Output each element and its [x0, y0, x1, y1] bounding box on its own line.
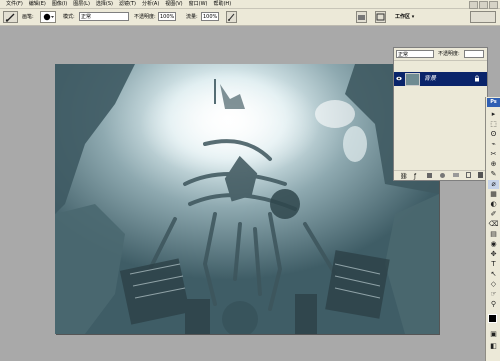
bridge-icon: [376, 13, 385, 21]
file-browser-button[interactable]: [356, 11, 367, 23]
layers-footer: ⛓ ƒ: [394, 170, 487, 181]
layer-thumbnail: [405, 73, 420, 86]
screen-mode-icon[interactable]: ◧: [488, 342, 499, 351]
workspace-button[interactable]: 工作区 ▾: [395, 12, 414, 22]
brush-tool-preset-button[interactable]: [3, 11, 18, 23]
flow-value: 100%: [203, 14, 218, 20]
mode-select[interactable]: 正常: [79, 12, 129, 21]
flow-input[interactable]: 100%: [201, 12, 219, 21]
brush-picker[interactable]: [40, 11, 56, 23]
shape-tool-icon[interactable]: ◇: [488, 280, 499, 289]
quick-mask-icon[interactable]: ▣: [488, 330, 499, 339]
clone-stamp-tool-icon[interactable]: ▦: [488, 190, 499, 199]
blend-mode-value: 正常: [398, 52, 409, 58]
opacity-value: 100%: [160, 14, 175, 20]
menu-help[interactable]: 帮助(H): [213, 0, 231, 8]
options-bar: 画笔: 模式: 正常 不透明度: 100% 流量: 100% 工作区 ▾: [0, 9, 500, 26]
crop-tool-icon[interactable]: ✂: [488, 150, 499, 159]
new-layer-icon[interactable]: [466, 172, 471, 178]
menu-layer[interactable]: 图层(L): [73, 0, 90, 8]
document-canvas[interactable]: [55, 64, 439, 334]
brush-tip-icon: [43, 13, 54, 21]
healing-brush-tool-icon[interactable]: ✎: [488, 170, 499, 179]
menu-filter[interactable]: 滤镜(T): [119, 0, 136, 8]
zoom-tool-icon[interactable]: ⚲: [488, 300, 499, 309]
adjustment-layer-icon[interactable]: [440, 173, 445, 178]
airbrush-icon: [228, 13, 235, 21]
lock-icon: [474, 75, 480, 82]
layer-opacity-label: 不透明度:: [438, 51, 460, 57]
mode-value: 正常: [81, 14, 92, 20]
group-folder-icon[interactable]: [453, 173, 459, 177]
menu-analysis[interactable]: 分析(A): [142, 0, 159, 8]
menu-view[interactable]: 视图(V): [165, 0, 182, 8]
pen-tool-icon[interactable]: ✥: [488, 250, 499, 259]
gradient-tool-icon[interactable]: ⌫: [488, 220, 499, 229]
folder-icon: [358, 15, 365, 20]
type-tool-icon[interactable]: T: [488, 260, 499, 269]
blur-tool-icon[interactable]: ▤: [488, 230, 499, 239]
menu-window[interactable]: 窗口(W): [189, 0, 208, 8]
visibility-eye-icon[interactable]: [396, 75, 402, 82]
bridge-button[interactable]: [375, 11, 386, 23]
layer-name: 背景: [424, 75, 437, 82]
maximize-button[interactable]: [479, 1, 488, 9]
layers-panel-header: 正常 不透明度:: [394, 49, 487, 59]
menu-bar: 文件(F) 编辑(E) 图像(I) 图层(L) 选择(S) 滤镜(T) 分析(A…: [0, 0, 500, 9]
menu-file[interactable]: 文件(F): [6, 0, 23, 8]
brush-label: 画笔:: [22, 14, 34, 20]
fx-icon[interactable]: ƒ: [414, 173, 416, 180]
trash-icon[interactable]: [478, 172, 483, 178]
magic-wand-tool-icon[interactable]: ⌁: [488, 140, 499, 149]
move-tool-icon[interactable]: ▸: [488, 110, 499, 119]
opacity-input[interactable]: 100%: [158, 12, 176, 21]
lasso-tool-icon[interactable]: ʘ: [488, 130, 499, 139]
layers-panel: 正常 不透明度: 背景 ⛓ ƒ: [393, 47, 488, 181]
slice-tool-icon[interactable]: ⊕: [488, 160, 499, 169]
toolbox: Ps ▸ ⬚ ʘ ⌁ ✂ ⊕ ✎ ⌀ ▦ ◐ ✐ ⌫ ▤ ◉ ✥ T ↖ ◇ ☞…: [485, 97, 500, 361]
minimize-button[interactable]: [469, 1, 478, 9]
photoshop-badge: Ps: [487, 98, 500, 107]
menu-edit[interactable]: 编辑(E): [29, 0, 46, 8]
eraser-tool-icon[interactable]: ✐: [488, 210, 499, 219]
marquee-tool-icon[interactable]: ⬚: [488, 120, 499, 129]
layers-lock-row: [394, 60, 487, 70]
history-brush-tool-icon[interactable]: ◐: [488, 200, 499, 209]
sketch-image: [55, 64, 439, 334]
hand-tool-icon[interactable]: ☞: [488, 290, 499, 299]
window-controls: [469, 1, 498, 9]
menu-image[interactable]: 图像(I): [52, 0, 67, 8]
link-layers-icon[interactable]: ⛓: [400, 173, 408, 180]
blend-mode-select[interactable]: 正常: [396, 50, 434, 58]
airbrush-button[interactable]: [226, 11, 237, 23]
close-button[interactable]: [489, 1, 498, 9]
brush-tool-icon[interactable]: ⌀: [488, 180, 499, 189]
mask-icon[interactable]: [427, 173, 432, 178]
layer-row-background[interactable]: 背景: [394, 72, 487, 86]
brush-icon: [5, 13, 15, 22]
dodge-tool-icon[interactable]: ◉: [488, 240, 499, 249]
layer-opacity-input[interactable]: [464, 50, 484, 58]
foreground-color-swatch[interactable]: [488, 314, 497, 323]
flow-label: 流量:: [186, 14, 198, 20]
mode-label: 模式:: [63, 14, 75, 20]
opacity-label: 不透明度:: [134, 14, 156, 20]
menu-select[interactable]: 选择(S): [96, 0, 113, 8]
palette-well[interactable]: [470, 11, 496, 23]
path-selection-tool-icon[interactable]: ↖: [488, 270, 499, 279]
